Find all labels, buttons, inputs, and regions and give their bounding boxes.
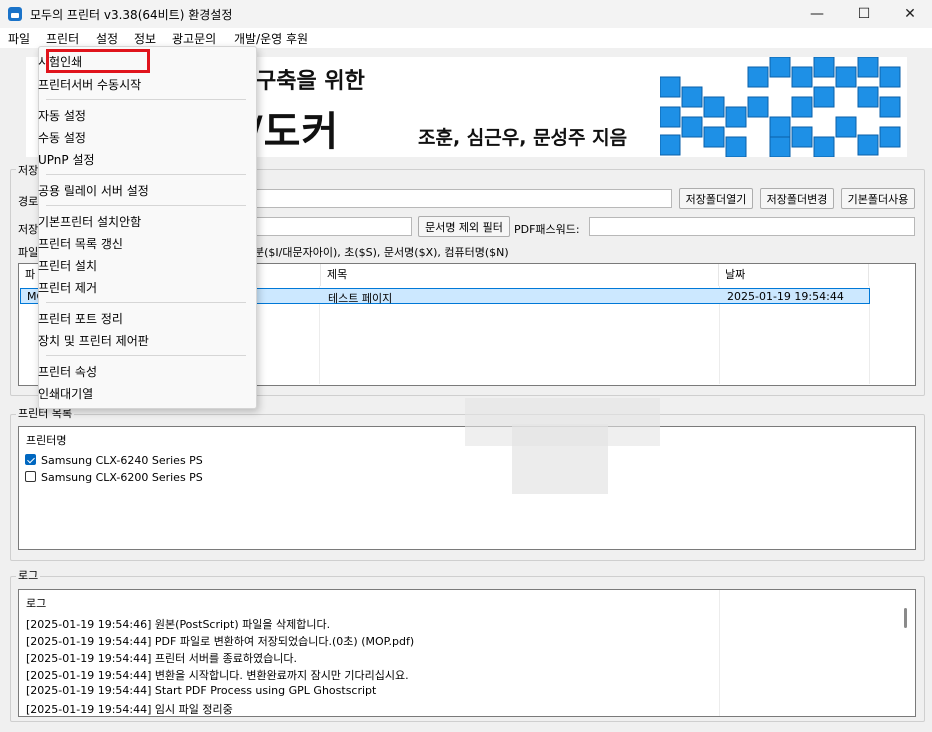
default-folder-button[interactable]: 기본폴더사용: [841, 188, 915, 209]
menu-settings[interactable]: 설정: [96, 30, 118, 47]
menu-relay-setting[interactable]: 공용 릴레이 서버 설정: [38, 182, 149, 199]
save-group-label: 저장: [16, 162, 41, 178]
col-divider: [719, 590, 720, 716]
menu-manual-setting[interactable]: 수동 설정: [38, 129, 86, 146]
menu-printer-properties[interactable]: 프린터 속성: [38, 363, 97, 380]
printer-item[interactable]: Samsung CLX-6200 Series PS: [41, 471, 203, 484]
menu-remove-printer[interactable]: 프린터 제거: [38, 279, 97, 296]
log-line: [2025-01-19 19:54:46] 원본(PostScript) 파일을…: [26, 618, 331, 631]
log-line: [2025-01-19 19:54:44] PDF 파일로 변환하여 저장되었습…: [26, 635, 415, 648]
window-title: 모두의 프린터 v3.38(64비트) 환경설정: [30, 8, 233, 22]
menu-info[interactable]: 정보: [134, 30, 156, 47]
menu-separator: [46, 302, 246, 303]
menu-ad[interactable]: 광고문의: [172, 30, 216, 47]
menu-bar: 파일 프린터 설정 정보 광고문의 개발/운영 후원: [0, 28, 932, 48]
log-group-label: 로그: [16, 567, 41, 583]
banner-subtitle: /도커: [248, 109, 340, 155]
menu-start-server[interactable]: 프린터서버 수동시작: [38, 76, 141, 93]
col-title[interactable]: 제목: [321, 264, 719, 286]
save-option-label: 저장: [18, 223, 39, 236]
save-option-input[interactable]: [254, 217, 412, 236]
row-title: 테스트 페이지: [328, 292, 393, 305]
menu-refresh-printers[interactable]: 프린터 목록 갱신: [38, 235, 123, 252]
menu-separator: [46, 205, 246, 206]
log-line: [2025-01-19 19:54:44] Start PDF Process …: [26, 684, 377, 697]
menu-no-default-printer[interactable]: 기본프린터 설치안함: [38, 213, 141, 230]
col-date[interactable]: 날짜: [719, 264, 869, 286]
checkbox-unchecked-icon[interactable]: [25, 471, 36, 482]
pdf-password-label: PDF패스워드:: [514, 223, 580, 236]
banner-cube-art: [660, 57, 901, 157]
blurred-region: [512, 424, 608, 494]
path-input[interactable]: [254, 189, 672, 208]
menu-upnp-setting[interactable]: UPnP 설정: [38, 151, 95, 168]
menu-file[interactable]: 파일: [8, 30, 30, 47]
menu-separator: [46, 355, 246, 356]
row-date: 2025-01-19 19:54:44: [727, 290, 844, 303]
filename-label: 파일: [18, 246, 39, 259]
open-folder-button[interactable]: 저장폴더열기: [679, 188, 753, 209]
printer-app-icon: [8, 7, 22, 21]
log-list[interactable]: 로그 [2025-01-19 19:54:46] 원본(PostScript) …: [18, 589, 916, 717]
highlight-annotation: [46, 49, 150, 73]
checkbox-checked-icon[interactable]: [25, 454, 36, 465]
minimize-icon[interactable]: —: [794, 0, 840, 28]
menu-separator: [46, 174, 246, 175]
menu-separator: [46, 99, 246, 100]
menu-print-queue[interactable]: 인쇄대기열: [38, 385, 93, 402]
log-line: [2025-01-19 19:54:44] 프린터 서버를 종료하였습니다.: [26, 652, 297, 665]
filename-hint: 분($I/대문자아이), 초($S), 문서명($X), 컴퓨터명($N): [254, 246, 509, 259]
banner-headline: 구축을 위한: [256, 69, 365, 94]
menu-auto-setting[interactable]: 자동 설정: [38, 107, 86, 124]
menu-devices-panel[interactable]: 장치 및 프린터 제어판: [38, 332, 149, 349]
title-bar: 모두의 프린터 v3.38(64비트) 환경설정 — ☐ ✕: [0, 0, 932, 28]
maximize-icon[interactable]: ☐: [841, 0, 887, 28]
menu-printer[interactable]: 프린터: [46, 30, 79, 47]
pdf-password-input[interactable]: [589, 217, 915, 236]
menu-port-cleanup[interactable]: 프린터 포트 정리: [38, 310, 123, 327]
change-folder-button[interactable]: 저장폴더변경: [760, 188, 834, 209]
printer-item[interactable]: Samsung CLX-6240 Series PS: [41, 454, 203, 467]
log-col: 로그: [26, 597, 47, 610]
printer-col-name: 프린터명: [26, 434, 67, 447]
path-label: 경로: [18, 195, 39, 208]
close-icon[interactable]: ✕: [887, 0, 932, 28]
log-scrollbar[interactable]: [904, 608, 907, 628]
menu-install-printer[interactable]: 프린터 설치: [38, 257, 97, 274]
menu-support[interactable]: 개발/운영 후원: [234, 30, 308, 47]
doc-filter-button[interactable]: 문서명 제외 필터: [418, 216, 510, 237]
banner-authors: 조훈, 심근우, 문성주 지음: [418, 127, 628, 149]
log-line: [2025-01-19 19:54:44] 임시 파일 정리중: [26, 703, 233, 716]
log-line: [2025-01-19 19:54:44] 변환을 시작합니다. 변환완료까지 …: [26, 669, 409, 682]
